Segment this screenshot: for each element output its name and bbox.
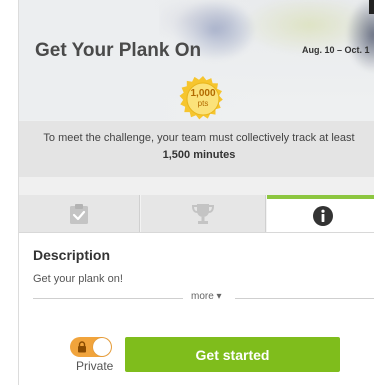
challenge-goal-box: To meet the challenge, your team must co… <box>19 121 374 177</box>
get-started-button[interactable]: Get started <box>125 337 340 372</box>
challenge-hero: Get Your Plank On Aug. 10 – Oct. 1 1,000… <box>19 0 374 195</box>
goal-text: To meet the challenge, your team must co… <box>43 132 355 144</box>
challenge-title: Get Your Plank On <box>35 40 202 61</box>
private-toggle[interactable] <box>70 337 112 357</box>
points-value: 1,000 <box>190 88 216 99</box>
divider-right <box>235 298 374 299</box>
private-label: Private <box>76 359 114 373</box>
divider-left <box>33 298 183 299</box>
goal-value: 1,500 minutes <box>162 149 236 161</box>
more-link[interactable]: more ▾ <box>191 291 222 302</box>
challenge-dates: Aug. 10 – Oct. 1 <box>302 45 370 55</box>
challenge-card: Get Your Plank On Aug. 10 – Oct. 1 1,000… <box>18 0 374 385</box>
toggle-knob <box>93 338 111 356</box>
close-corner[interactable] <box>369 0 374 14</box>
challenge-tabs <box>19 195 374 233</box>
tab-info[interactable] <box>267 195 374 232</box>
lock-icon <box>78 341 86 353</box>
tab-trophy[interactable] <box>141 195 266 232</box>
description-panel: Description Get your plank on! more ▾ Pr… <box>19 233 374 385</box>
trophy-icon <box>191 203 215 224</box>
description-text: Get your plank on! <box>33 273 123 285</box>
description-heading: Description <box>33 247 111 263</box>
tab-checklist[interactable] <box>19 195 140 232</box>
info-icon <box>313 205 333 226</box>
points-unit: pts <box>197 99 209 108</box>
points-badge: 1,000 pts <box>178 75 228 125</box>
checklist-icon <box>70 203 88 224</box>
more-divider: more ▾ <box>33 291 374 305</box>
